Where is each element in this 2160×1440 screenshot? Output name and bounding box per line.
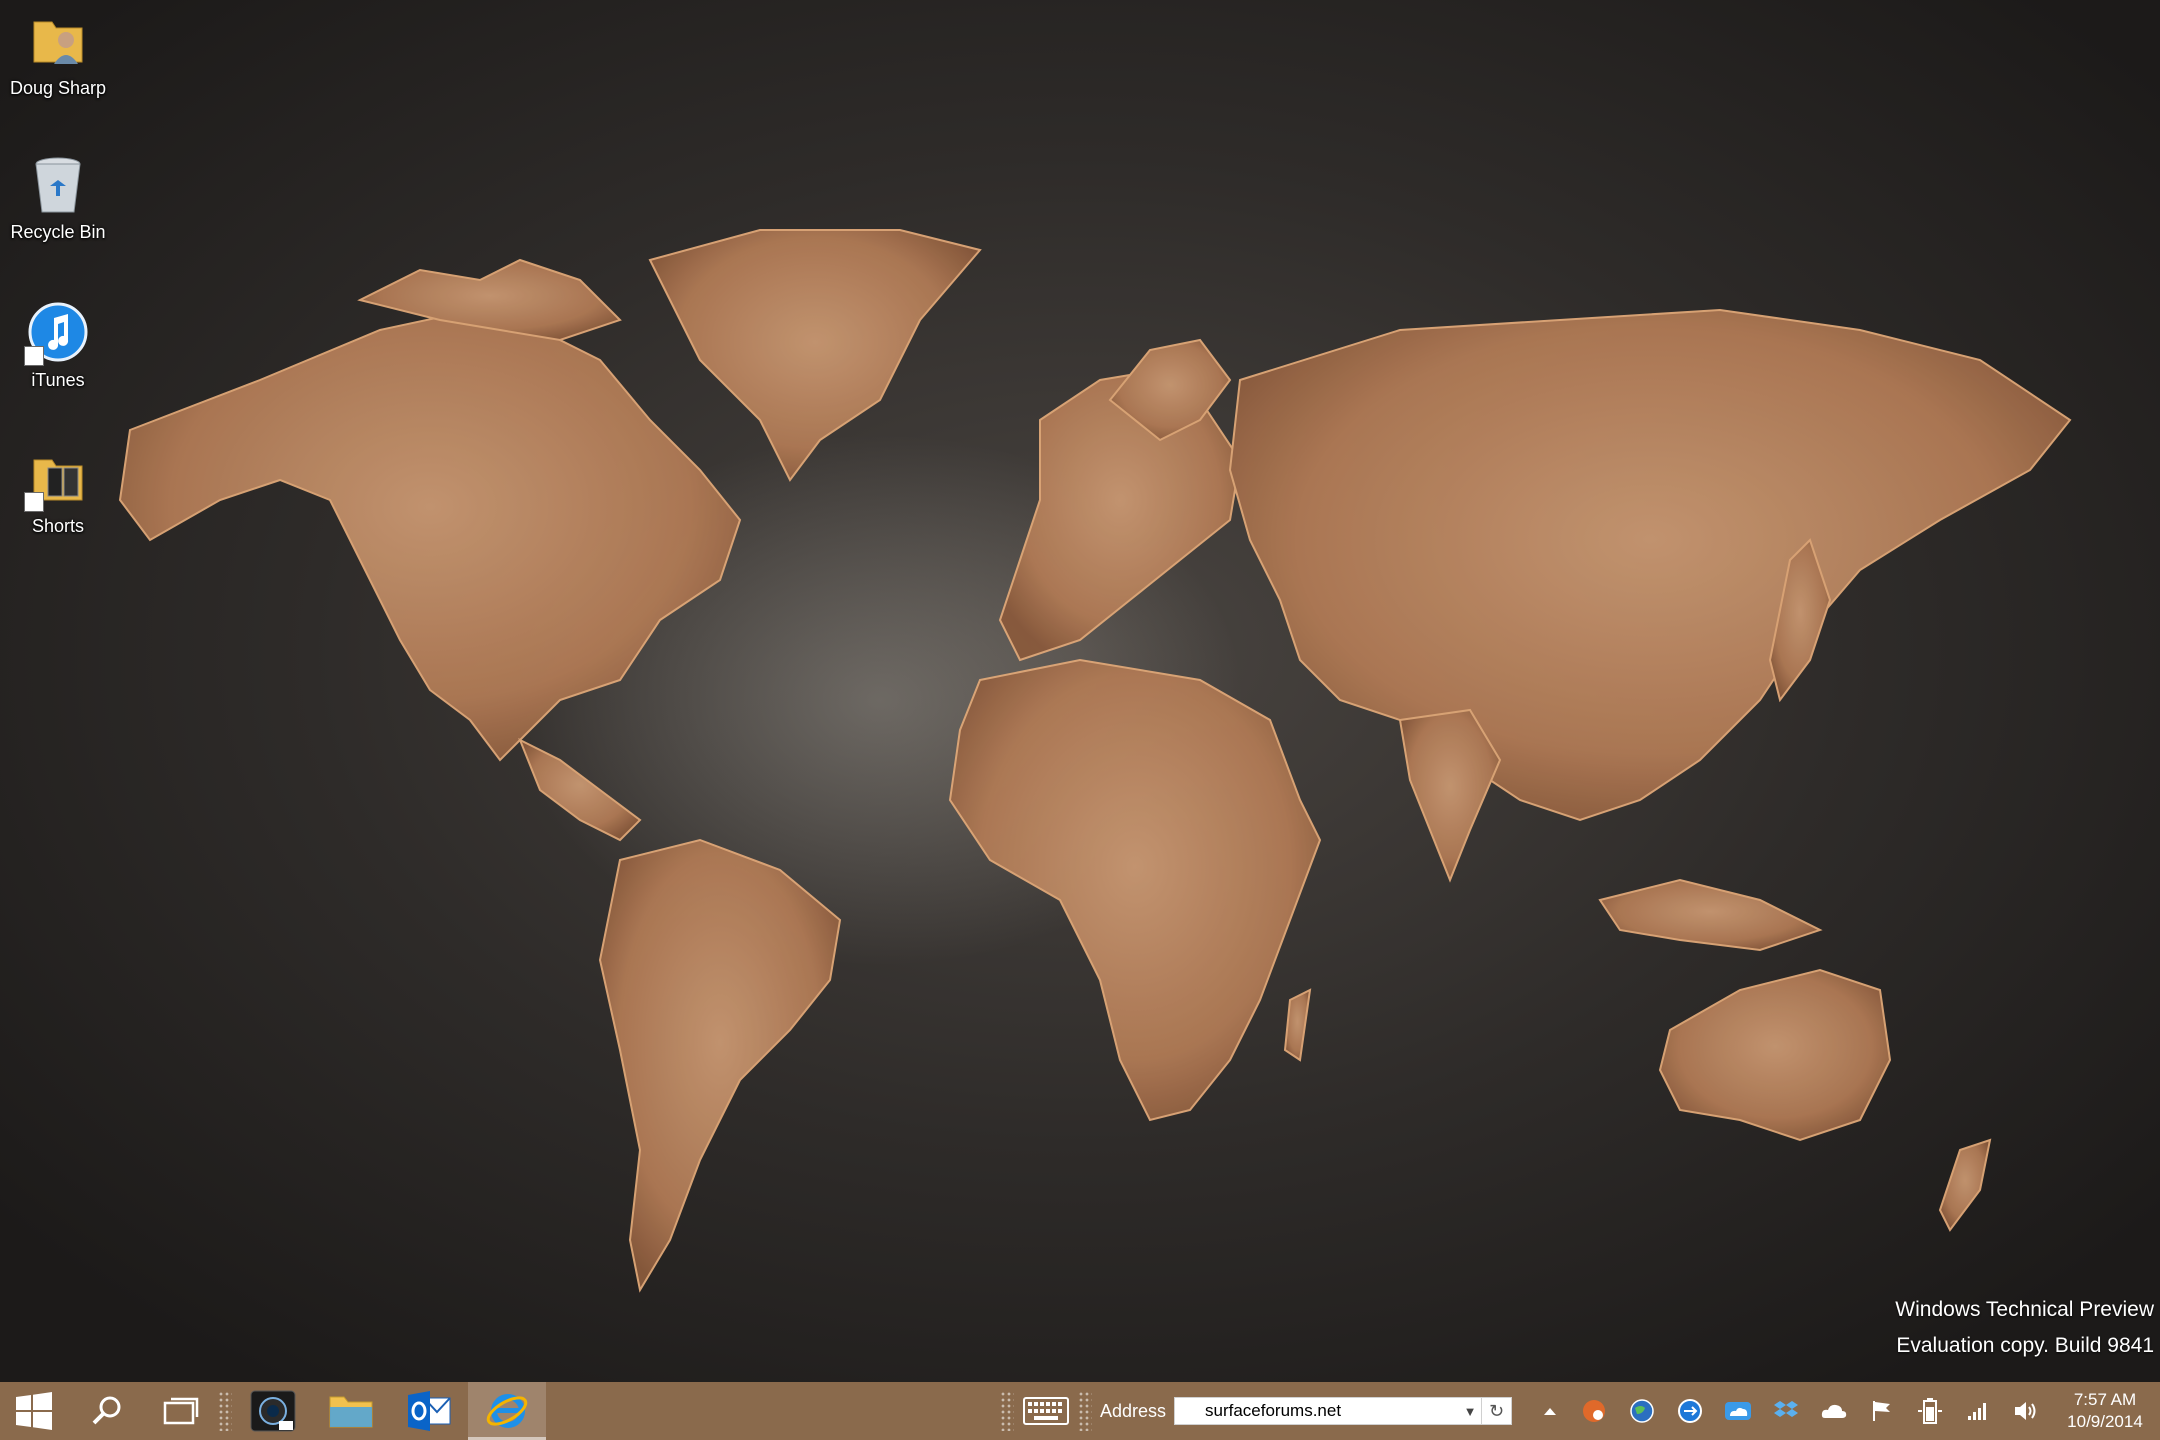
- wifi-signal-icon: [1968, 1403, 1986, 1420]
- toolbar-grip[interactable]: [218, 1391, 232, 1431]
- tray-blue-app[interactable]: [1666, 1382, 1714, 1440]
- task-view-button[interactable]: [146, 1382, 216, 1440]
- show-hidden-icons-button[interactable]: [1530, 1382, 1570, 1440]
- desktop-icon-label: Recycle Bin: [10, 222, 106, 242]
- tray-onedrive[interactable]: [1714, 1382, 1762, 1440]
- taskbar-app-outlook[interactable]: [390, 1382, 468, 1440]
- new-zealand-shape: [1938, 1138, 1992, 1232]
- action-center-flag-icon: [1873, 1401, 1890, 1421]
- clock-date: 10/9/2014: [2067, 1412, 2143, 1431]
- shortcuts-folder-icon: [24, 446, 90, 512]
- camera-icon: [250, 1390, 296, 1432]
- blue-circle-app-icon: [1678, 1399, 1702, 1423]
- watermark-line-2: Evaluation copy. Build 9841: [1896, 1334, 2154, 1357]
- taskbar: Address surfaceforums.net ▼ ↻ 7:57 AM 10…: [0, 1382, 2160, 1440]
- tray-globe[interactable]: [1618, 1382, 1666, 1440]
- windows-evaluation-watermark: Windows Technical Preview Evaluation cop…: [1895, 1292, 2154, 1364]
- task-view-icon: [163, 1397, 199, 1425]
- tray-wifi[interactable]: [1954, 1382, 2002, 1440]
- clock-time: 7:57 AM: [2073, 1390, 2137, 1409]
- tray-action-center[interactable]: [1858, 1382, 1906, 1440]
- tray-volume[interactable]: [2002, 1382, 2050, 1440]
- tray-battery[interactable]: [1906, 1382, 1954, 1440]
- central-america-shape: [518, 737, 642, 842]
- watermark-line-1: Windows Technical Preview: [1895, 1298, 2154, 1321]
- africa-shape: [948, 658, 1322, 1122]
- chevron-down-icon[interactable]: ▼: [1459, 1404, 1481, 1419]
- desktop-icon-label: iTunes: [31, 370, 85, 390]
- touch-keyboard-button[interactable]: [1016, 1382, 1076, 1440]
- taskbar-app-internet-explorer[interactable]: [468, 1382, 546, 1440]
- north-america-shape: [118, 298, 742, 762]
- windows-logo-icon: [16, 1392, 52, 1430]
- search-button[interactable]: [68, 1382, 146, 1440]
- desktop-icon-label: Doug Sharp: [9, 78, 107, 98]
- user-folder-icon: [26, 8, 90, 72]
- globe-icon: [1630, 1399, 1654, 1423]
- address-input[interactable]: surfaceforums.net ▼: [1174, 1397, 1482, 1425]
- asia-shape: [1228, 308, 2072, 822]
- shortcut-arrow-icon: [24, 492, 44, 512]
- south-america-shape: [598, 838, 842, 1293]
- onedrive-icon: [1725, 1402, 1751, 1420]
- taskbar-clock[interactable]: 7:57 AM 10/9/2014: [2050, 1382, 2160, 1440]
- india-shape: [1398, 708, 1502, 883]
- desktop[interactable]: Doug Sharp Recycle Bin iTunes Shorts Win…: [0, 0, 2160, 1382]
- tray-cloud[interactable]: [1810, 1382, 1858, 1440]
- desktop-icon-label: Shorts: [31, 516, 85, 536]
- desktop-icon-user-folder[interactable]: Doug Sharp: [0, 8, 116, 99]
- tray-orange-app[interactable]: [1570, 1382, 1618, 1440]
- desktop-icon-itunes[interactable]: iTunes: [0, 300, 116, 391]
- taskbar-app-file-explorer[interactable]: [312, 1382, 390, 1440]
- desktop-icon-recycle-bin[interactable]: Recycle Bin: [0, 152, 116, 243]
- world-map-wallpaper: [118, 229, 2072, 1293]
- tray-dropbox[interactable]: [1762, 1382, 1810, 1440]
- refresh-button[interactable]: ↻: [1482, 1397, 1512, 1425]
- taskbar-app-camera[interactable]: [234, 1382, 312, 1440]
- orange-app-icon: [1583, 1400, 1605, 1422]
- address-input-value: surfaceforums.net: [1205, 1401, 1342, 1420]
- desktop-icon-shorts-folder[interactable]: Shorts: [0, 446, 116, 537]
- refresh-icon: ↻: [1488, 1400, 1505, 1421]
- toolbar-grip[interactable]: [999, 1391, 1014, 1431]
- madagascar-shape: [1283, 988, 1312, 1062]
- start-button[interactable]: [0, 1382, 68, 1440]
- address-toolbar-label: Address: [1099, 1400, 1166, 1421]
- shortcut-arrow-icon: [24, 346, 44, 366]
- chevron-up-icon: [1544, 1408, 1556, 1415]
- folder-icon: [329, 1396, 373, 1428]
- australia-shape: [1658, 968, 1892, 1142]
- cloud-icon: [1821, 1404, 1847, 1418]
- itunes-icon: [24, 300, 90, 366]
- outlook-icon: [408, 1391, 451, 1431]
- battery-icon: [1918, 1398, 1942, 1424]
- recycle-bin-icon: [26, 152, 90, 216]
- greenland-shape: [648, 229, 982, 482]
- dropbox-icon: [1774, 1401, 1798, 1417]
- keyboard-icon: [1022, 1397, 1069, 1425]
- volume-icon: [2015, 1402, 2036, 1420]
- search-icon: [92, 1396, 121, 1425]
- toolbar-grip[interactable]: [1077, 1391, 1092, 1431]
- internet-explorer-icon: [486, 1393, 528, 1428]
- southeast-asia-islands-shape: [1598, 878, 1823, 952]
